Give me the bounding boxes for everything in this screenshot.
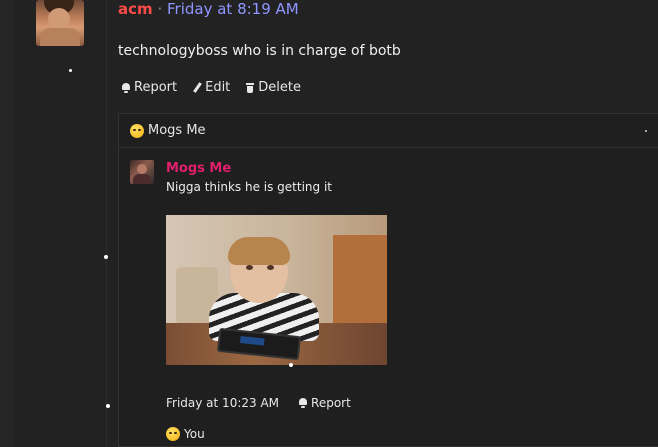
reply-header: Mogs Me [119, 114, 658, 148]
reply-author[interactable]: Mogs Me [166, 161, 231, 176]
timeline-dot [104, 255, 108, 259]
reply-card: Mogs Me Mogs Me Nigga thinks he is getti… [118, 113, 658, 447]
image-center-dot [289, 363, 293, 367]
pencil-icon [191, 82, 203, 94]
delete-label: Delete [258, 80, 302, 95]
crying-laughing-emoji-icon [166, 427, 180, 441]
reaction-user: You [184, 427, 205, 441]
menu-dot [645, 130, 647, 132]
reply-timestamp[interactable]: Friday at 10:23 AM [166, 396, 279, 410]
report-label: Report [134, 80, 178, 95]
trash-icon [244, 82, 256, 94]
image-eye-left [246, 265, 253, 270]
reply-message: Nigga thinks he is getting it [166, 180, 333, 194]
bell-icon [120, 82, 132, 94]
reply-report-label: Report [311, 396, 351, 410]
reply-footer: Friday at 10:23 AM Report [166, 396, 351, 410]
reaction-row[interactable]: You [166, 427, 205, 441]
thread-divider [106, 0, 107, 447]
timeline-dot [69, 69, 72, 72]
post-timestamp[interactable]: Friday at 8:19 AM [167, 0, 299, 18]
report-button[interactable]: Report [120, 80, 177, 95]
edit-label: Edit [205, 80, 231, 95]
reply-image[interactable] [166, 215, 387, 365]
reply-header-author[interactable]: Mogs Me [148, 123, 206, 138]
reply-avatar[interactable] [130, 160, 154, 184]
image-eye-right [267, 265, 274, 270]
image-hair [228, 237, 290, 265]
reply-report-button[interactable]: Report [297, 396, 351, 410]
image-shelf [333, 235, 387, 323]
post-header: acm · Friday at 8:19 AM [118, 0, 299, 18]
delete-button[interactable]: Delete [244, 80, 301, 95]
avatar-face [48, 8, 70, 30]
crying-laughing-emoji-icon [130, 123, 144, 138]
avatar-body [40, 28, 80, 46]
post-username[interactable]: acm [118, 0, 153, 18]
post-message: technologyboss who is in charge of botb [118, 43, 401, 59]
left-rail [0, 0, 14, 447]
header-separator: · [157, 0, 163, 18]
post-actions: Report Edit Delete [120, 80, 301, 95]
timeline-dot [106, 404, 110, 408]
edit-button[interactable]: Edit [191, 80, 230, 95]
bell-icon [297, 397, 309, 409]
post-avatar[interactable] [36, 0, 84, 46]
